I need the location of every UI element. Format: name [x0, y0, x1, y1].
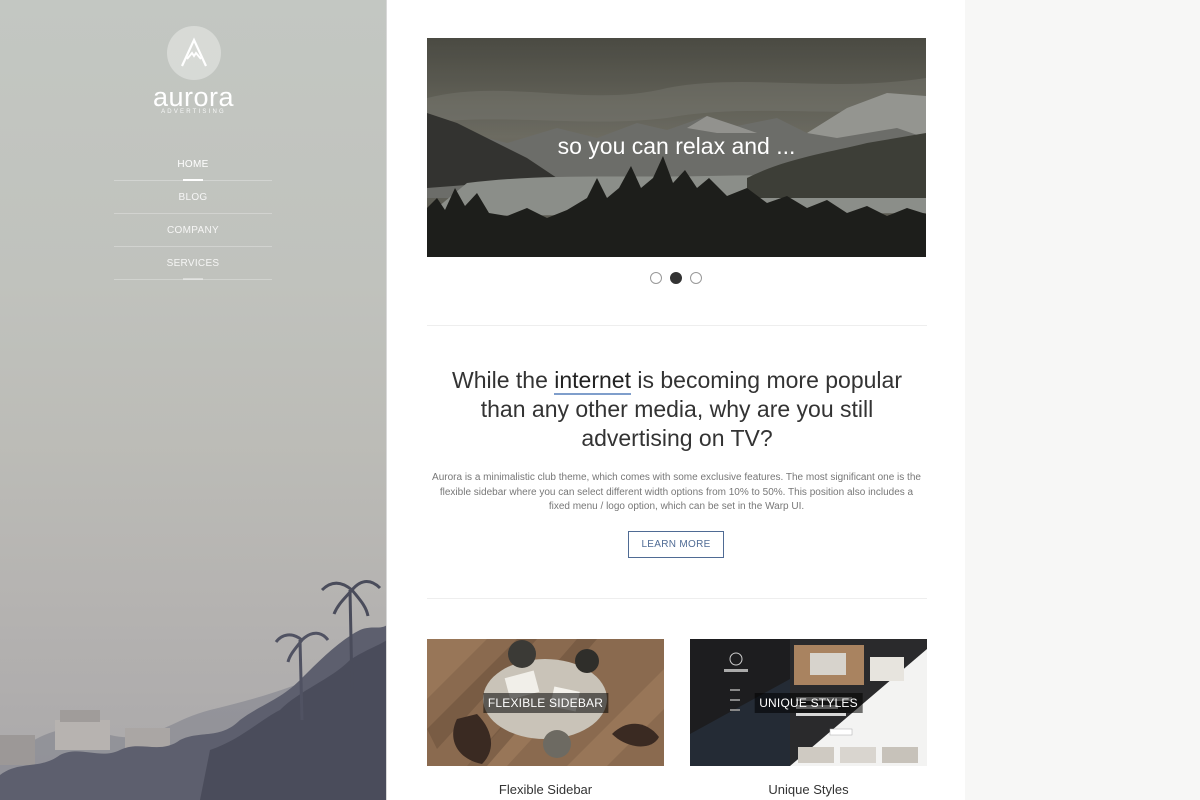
nav-item-label: BLOG — [178, 191, 208, 203]
card-overlay-label: UNIQUE STYLES — [754, 693, 863, 713]
sidebar-background-scenery — [0, 580, 386, 800]
main-navigation: HOME BLOG COMPANY SERVICES — [114, 148, 272, 280]
hero-slide-caption: so you can relax and ... — [557, 133, 796, 159]
nav-item-label: HOME — [177, 158, 209, 170]
sidebar: aurora ADVERTISING HOME BLOG COMPANY SER… — [0, 0, 387, 800]
slider-dot-3[interactable] — [690, 272, 702, 284]
section-divider — [427, 598, 927, 599]
intro-headline: While the internet is becoming more popu… — [447, 366, 907, 453]
section-divider — [427, 325, 927, 326]
card-overlay-label: FLEXIBLE SIDEBAR — [482, 693, 609, 713]
nav-item-blog[interactable]: BLOG — [114, 181, 272, 214]
nav-item-label: COMPANY — [167, 224, 219, 236]
feature-title-flexible-sidebar[interactable]: Flexible Sidebar — [427, 782, 664, 797]
feature-card-unique-styles[interactable]: UNIQUE STYLES — [690, 639, 927, 766]
brand-name: aurora — [152, 82, 235, 112]
hero-slider[interactable]: so you can relax and ... — [427, 38, 926, 257]
brand-tagline: ADVERTISING — [161, 109, 226, 115]
feature-title-unique-styles[interactable]: Unique Styles — [690, 782, 927, 797]
intro-body-text: Aurora is a minimalistic club theme, whi… — [432, 472, 921, 512]
headline-text: While the — [451, 367, 555, 393]
nav-item-company[interactable]: COMPANY — [114, 214, 272, 247]
slider-dot-1[interactable] — [650, 272, 662, 284]
slider-dot-2[interactable] — [670, 272, 682, 284]
headline-highlight: internet — [554, 367, 631, 395]
nav-item-services[interactable]: SERVICES — [114, 247, 272, 280]
nav-item-label: SERVICES — [166, 257, 220, 269]
main-content: so you can relax and ... While the inter… — [387, 0, 965, 800]
nav-item-home[interactable]: HOME — [114, 148, 272, 181]
mountain-peak-logo-icon — [166, 26, 221, 80]
feature-card-flexible-sidebar[interactable]: FLEXIBLE SIDEBAR — [427, 639, 664, 766]
slider-pagination — [387, 272, 965, 284]
learn-more-button[interactable]: LEARN MORE — [628, 531, 724, 558]
site-logo[interactable]: aurora ADVERTISING — [0, 26, 386, 115]
